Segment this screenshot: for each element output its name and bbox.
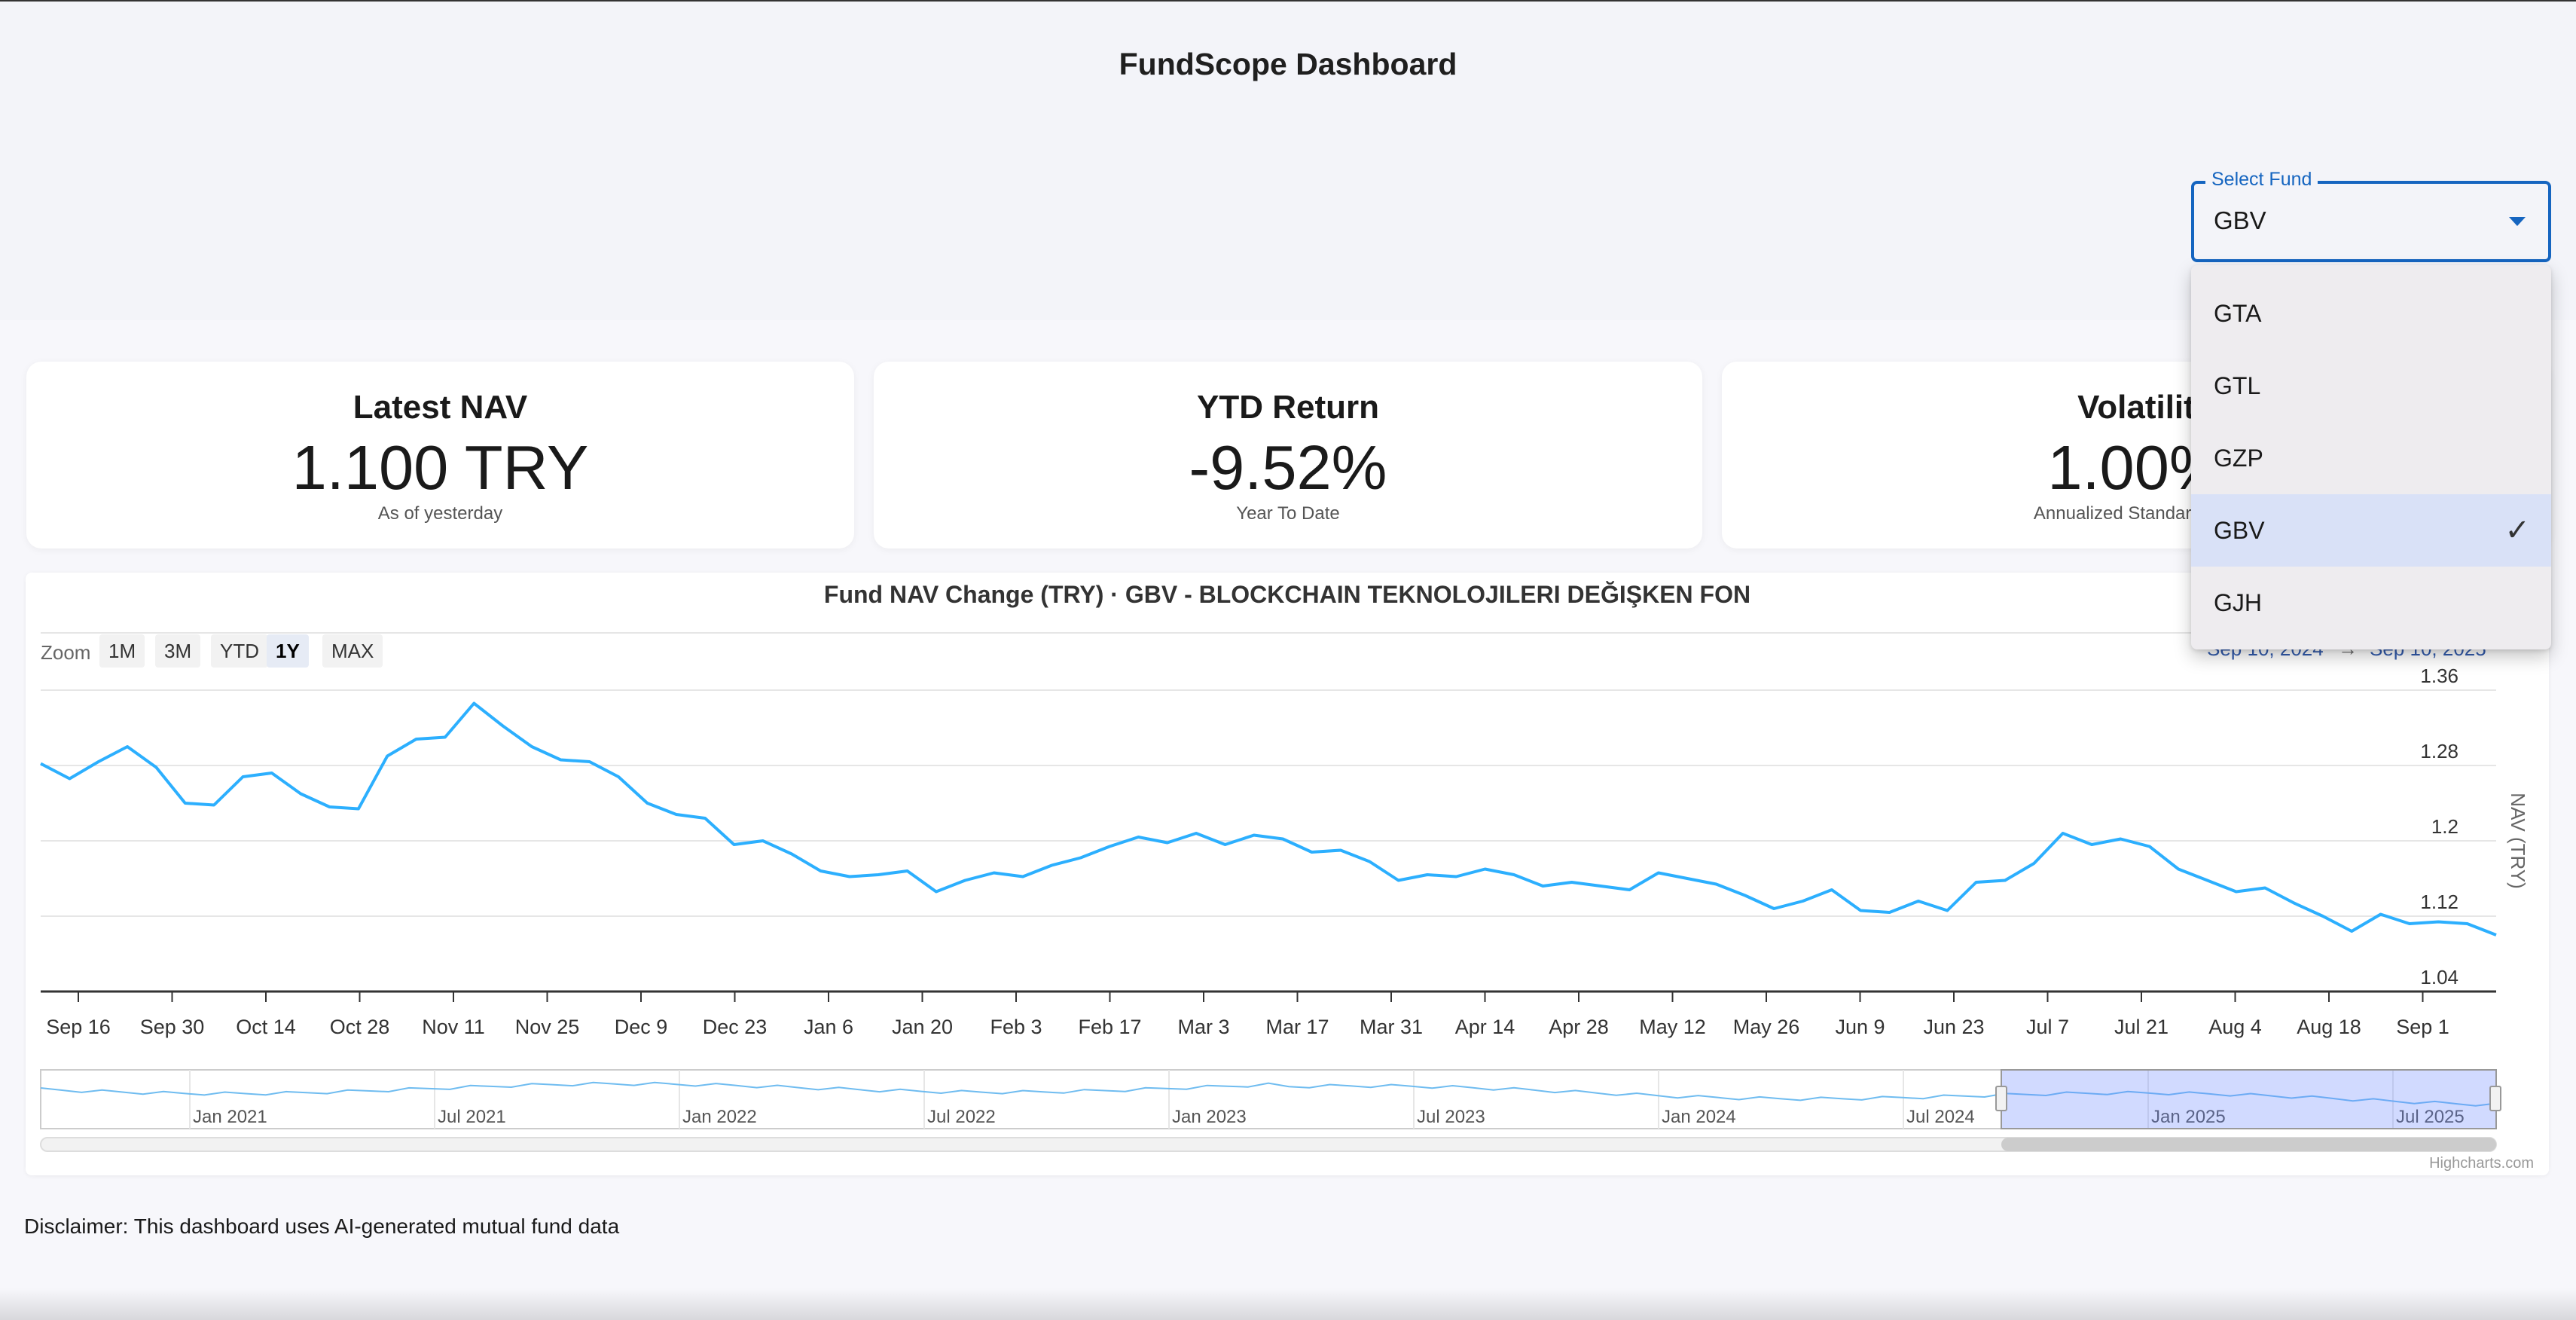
x-tick-label: Jan 20 [892,1016,953,1038]
navigator-label: Jan 2021 [193,1107,267,1127]
nav-chart-card: Fund NAV Change (TRY) · GBV - BLOCKCHAIN… [26,573,2549,1175]
card-title: YTD Return [1197,389,1379,426]
x-tick-label: Apr 14 [1455,1016,1515,1038]
y-tick-label: 1.28 [2420,740,2458,762]
y-tick-label: 1.12 [2420,891,2458,913]
x-tick-label: Jun 23 [1923,1016,1984,1038]
dropdown-arrow-icon[interactable] [2509,217,2526,226]
disclaimer-text: Disclaimer: This dashboard uses AI-gener… [24,1215,620,1238]
x-tick-label: Aug 18 [2297,1016,2361,1038]
fund-select-value[interactable]: GBV [2214,206,2266,235]
check-icon: ✓ [2504,514,2530,547]
x-tick-label: Nov 25 [515,1016,580,1038]
card-value: 1.100 TRY [291,432,589,503]
navigator-label: Jan 2024 [1662,1107,1736,1127]
x-tick-label: Oct 14 [236,1016,296,1038]
nav-line-chart: 1.04 1.12 1.2 1.28 1.36 NAV (TRY) Sep 16 Sep 30… [40,632,2534,1172]
navigator-handle-right [2489,1086,2501,1111]
card-subtitle: Year To Date [1236,503,1340,524]
x-tick-label: May 12 [1639,1016,1706,1038]
x-tick-label: Dec 23 [703,1016,768,1038]
nav-series-line [40,701,2497,937]
navigator-label: Jul 2021 [438,1107,506,1127]
card-title: Latest NAV [353,389,528,426]
x-tick-label: Mar 17 [1265,1016,1329,1038]
x-tick-label: Apr 28 [1549,1016,1609,1038]
x-tick-label: Sep 1 [2396,1016,2449,1038]
x-tick-label: Jul 21 [2114,1016,2169,1038]
latest-nav-card: Latest NAV 1.100 TRY As of yesterday [26,362,854,548]
option-label: GJH [2214,589,2262,616]
y-tick-label: 1.04 [2420,966,2458,988]
option-label: GTA [2214,300,2262,327]
fund-option-gzp[interactable]: GZP [2191,422,2551,494]
x-tick-label: Mar 31 [1360,1016,1423,1038]
fund-select-label: Select Fund [2205,169,2318,191]
fund-dropdown-menu: GTA GTL GZP GBV ✓ GJH [2191,265,2551,649]
x-tick-label: May 26 [1733,1016,1800,1038]
x-tick-label: Feb 3 [990,1016,1042,1038]
card-value: -9.52% [1189,432,1387,503]
x-tick-label: Mar 3 [1177,1016,1229,1038]
x-tick-label: Jun 9 [1835,1016,1885,1038]
x-tick-label: Jan 6 [804,1016,853,1038]
navigator-selection [2001,1069,2497,1129]
fund-option-gbv[interactable]: GBV ✓ [2191,494,2551,567]
x-tick-label: Dec 9 [615,1016,668,1038]
navigator-handle-left [1995,1086,2007,1111]
x-tick-label: Oct 28 [330,1016,390,1038]
y-tick-label: 1.2 [2431,815,2458,838]
card-subtitle: As of yesterday [377,503,503,524]
fund-option-gtl[interactable]: GTL [2191,350,2551,422]
highcharts-credits: Highcharts.com [2429,1155,2534,1172]
navigator-scrollbar-thumb [2001,1138,2496,1151]
page-title: FundScope Dashboard [1119,47,1457,81]
fund-option-gjh[interactable]: GJH [2191,567,2551,639]
x-tick-label: Nov 11 [422,1016,485,1038]
x-tick-label: Sep 16 [46,1016,111,1038]
ytd-return-card: YTD Return -9.52% Year To Date [874,362,1702,548]
x-tick-label: Feb 17 [1078,1016,1141,1038]
navigator-label: Jul 2024 [1906,1107,1975,1127]
x-tick-label: Aug 4 [2208,1016,2262,1038]
x-tick-label: Sep 30 [140,1016,205,1038]
y-tick-label: 1.36 [2420,665,2458,687]
x-tick-label: Jul 7 [2026,1016,2069,1038]
navigator-label: Jan 2023 [1172,1107,1247,1127]
y-axis-label: NAV (TRY) [2507,793,2529,889]
navigator-label: Jul 2022 [927,1107,996,1127]
fund-option-gta[interactable]: GTA [2191,277,2551,350]
navigator-label: Jul 2023 [1417,1107,1485,1127]
bottom-shadow [0,1288,2576,1320]
navigator-label: Jan 2022 [682,1107,757,1127]
option-label: GZP [2214,445,2263,472]
option-label: GTL [2214,372,2261,399]
option-label: GBV [2214,517,2265,544]
